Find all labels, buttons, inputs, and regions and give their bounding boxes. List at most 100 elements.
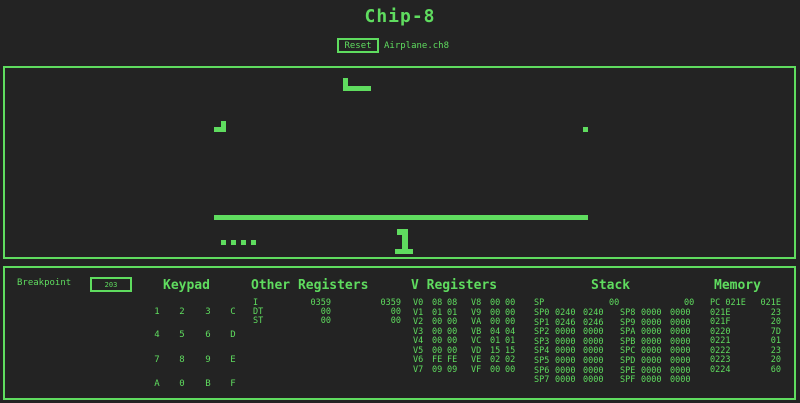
v-register-value: 00 [432, 345, 443, 356]
keypad-key-3[interactable]: 3 [201, 307, 215, 317]
stack-slot-name: SPB [620, 336, 636, 347]
stack-slot-name: SPD [620, 356, 636, 366]
keypad-key-4[interactable]: 4 [150, 330, 164, 340]
v-register-value: 04 [505, 326, 516, 337]
v-register-value: 09 [447, 364, 458, 375]
keypad-key-a[interactable]: A [150, 379, 164, 389]
memory-value: 01 [770, 336, 781, 346]
stack-pointer-value: 00 [609, 298, 620, 308]
v-register-value: 15 [490, 345, 501, 356]
stack-slot-value: 0000 [641, 365, 662, 376]
v-register-value: 01 [432, 307, 443, 318]
stack-slot-value: 0000 [641, 317, 662, 328]
stack-slot-value: 0000 [641, 346, 662, 357]
v-register-name: V3 [413, 326, 424, 337]
v-register-value: 00 [432, 326, 443, 337]
keypad-key-9[interactable]: 9 [201, 355, 215, 365]
v-register-value: 00 [432, 336, 443, 346]
v-register-name: V8 [471, 298, 482, 308]
stack-slot-value: 0000 [670, 336, 691, 347]
v-register-name: VC [471, 336, 482, 346]
breakpoint-input[interactable] [90, 277, 132, 292]
keypad-key-c[interactable]: C [226, 307, 240, 317]
v-register-name: V1 [413, 307, 424, 318]
keypad-key-b[interactable]: B [201, 379, 215, 389]
v-register-name: V4 [413, 336, 424, 346]
stack-slot-name: SP0 [534, 308, 550, 318]
stack-pointer-value: 00 [684, 298, 695, 308]
keypad-key-1[interactable]: 1 [150, 307, 164, 317]
ammo-dot [221, 240, 226, 245]
keypad-key-0[interactable]: 0 [175, 379, 189, 389]
ammo-dot [231, 240, 236, 245]
stack-slot-value: 0000 [641, 356, 662, 366]
stack-slot-value: 0000 [641, 327, 662, 338]
v-register-value: 00 [490, 317, 501, 327]
stack-slot-value: 0000 [555, 346, 576, 357]
ammo-dot [241, 240, 246, 245]
stack-slot-name: SP9 [620, 317, 636, 328]
keypad-key-7[interactable]: 7 [150, 355, 164, 365]
stack-pointer-name: SP [534, 298, 545, 308]
v-register-value: 00 [432, 317, 443, 327]
stack-slot-value: 0000 [555, 327, 576, 338]
stack-slot-name: SP1 [534, 317, 550, 328]
stack-slot-name: SP6 [534, 365, 550, 376]
keypad-key-d[interactable]: D [226, 330, 240, 340]
v-register-value: FE [447, 355, 458, 365]
memory-value: 23 [770, 345, 781, 356]
keypad-key-f[interactable]: F [226, 379, 240, 389]
v-register-name: V5 [413, 345, 424, 356]
stack-slot-value: 0000 [555, 365, 576, 376]
score-digit [395, 249, 413, 254]
ammo-dot [251, 240, 256, 245]
v-register-value: 00 [447, 345, 458, 356]
debugger-panel: Breakpoint Keypad 123C456D789EA0BF Other… [3, 266, 796, 400]
stack-slot-name: SP2 [534, 327, 550, 338]
register-name: ST [253, 316, 264, 326]
keypad-key-e[interactable]: E [226, 355, 240, 365]
breakpoint-label: Breakpoint [17, 278, 72, 288]
reset-button[interactable]: Reset [337, 38, 379, 53]
v-register-value: 00 [447, 317, 458, 327]
keypad-key-5[interactable]: 5 [175, 330, 189, 340]
stack-slot-value: 0000 [583, 327, 604, 338]
v-register-value: 15 [505, 345, 516, 356]
v-register-value: 08 [447, 298, 458, 308]
v-register-value: 00 [447, 326, 458, 337]
memory-value: 23 [770, 307, 781, 318]
memory-address: 0222 [710, 345, 731, 356]
keypad-title: Keypad [163, 278, 210, 293]
v-register-value: 01 [490, 336, 501, 346]
v-register-name: V9 [471, 307, 482, 318]
ground-line [214, 215, 588, 220]
keypad-key-6[interactable]: 6 [201, 330, 215, 340]
v-register-value: 04 [490, 326, 501, 337]
memory-address: 021F [710, 317, 731, 327]
memory-value: 20 [770, 317, 781, 327]
memory-value: 20 [770, 355, 781, 365]
memory-address: 0224 [710, 364, 731, 375]
v-register-value: 00 [490, 298, 501, 308]
keypad-key-2[interactable]: 2 [175, 307, 189, 317]
v-register-value: 01 [505, 336, 516, 346]
stack-slot-value: 0000 [583, 356, 604, 366]
stack-slot-value: 0246 [583, 317, 604, 328]
stack-slot-name: SPF [620, 375, 636, 386]
stack-slot-value: 0000 [670, 346, 691, 357]
stack-slot-value: 0000 [583, 346, 604, 357]
stack-slot-name: SP3 [534, 336, 550, 347]
memory-address: 0223 [710, 355, 731, 365]
keypad-key-8[interactable]: 8 [175, 355, 189, 365]
v-register-name: VD [471, 345, 482, 356]
register-value: 00 [320, 316, 331, 326]
stack-slot-name: SPE [620, 365, 636, 376]
stack-slot-name: SP4 [534, 346, 550, 357]
memory-title: Memory [714, 278, 761, 293]
game-display: 1 [3, 66, 796, 259]
v-register-value: 02 [490, 355, 501, 365]
stack-slot-value: 0000 [670, 317, 691, 328]
memory-address: PC 021E [710, 298, 746, 308]
stack-slot-value: 0000 [555, 336, 576, 347]
stack-slot-value: 0000 [641, 308, 662, 318]
